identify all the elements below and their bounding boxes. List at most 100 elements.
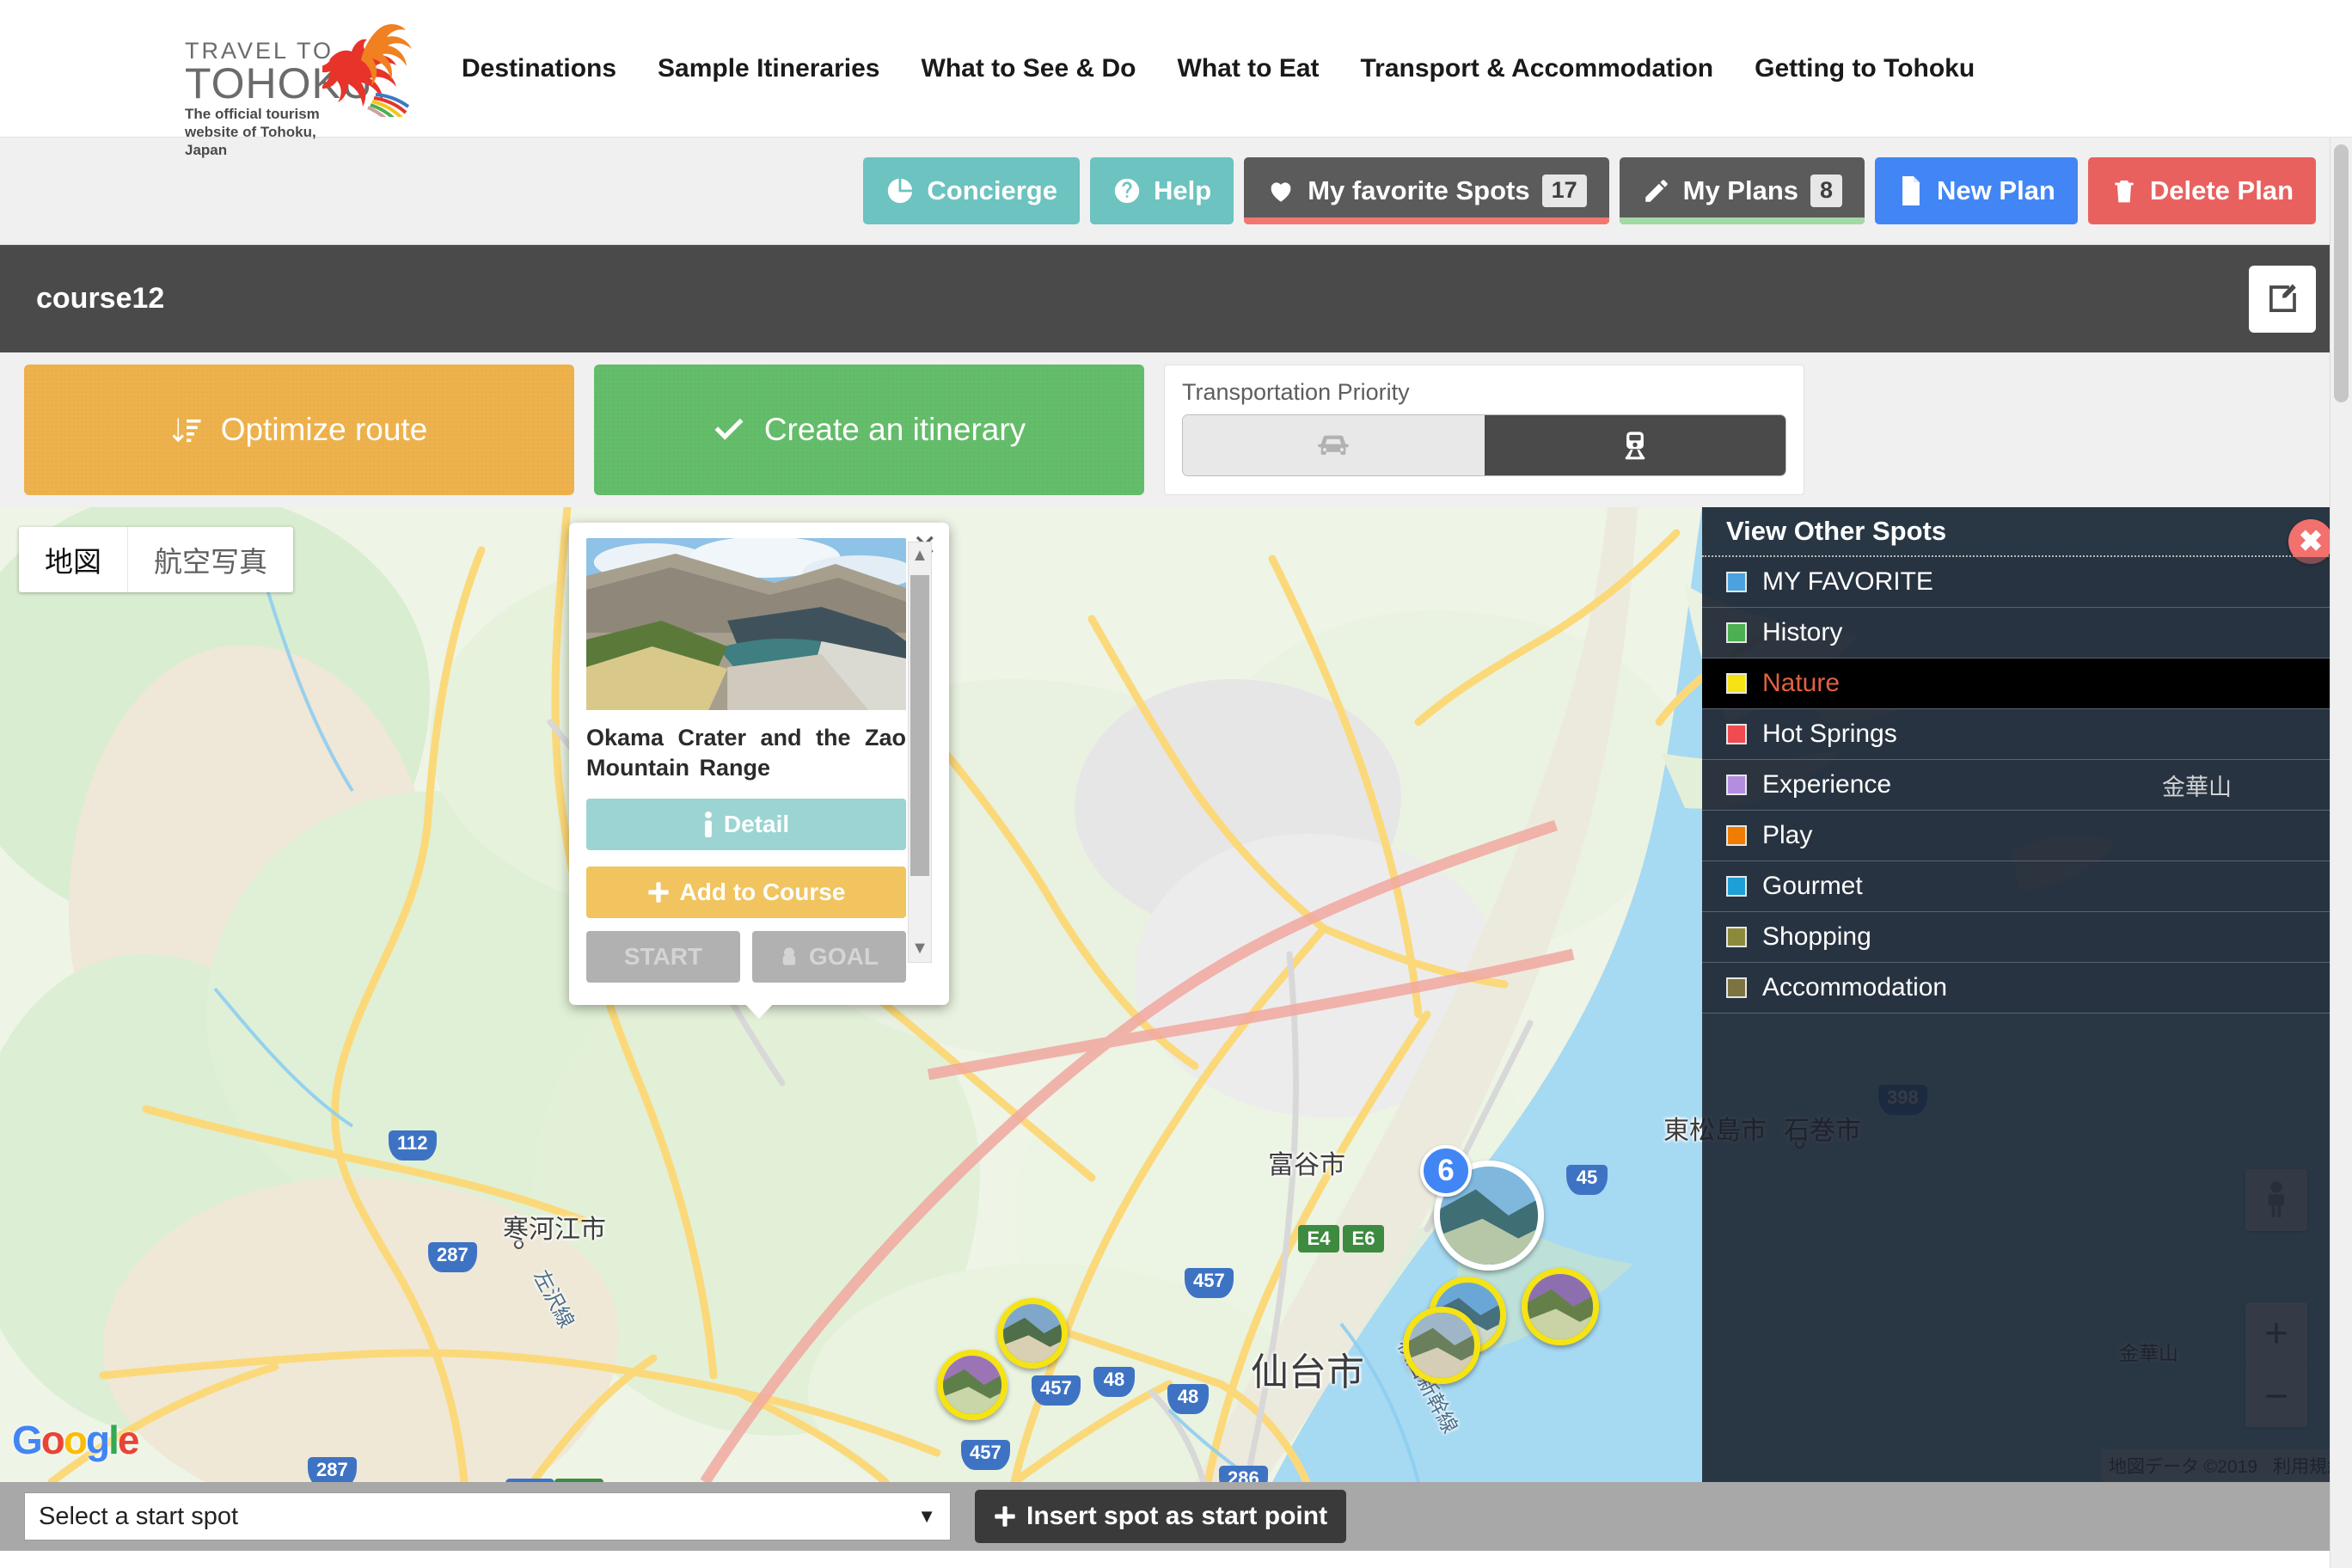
marker-ring	[997, 1298, 1068, 1369]
new-plan-button[interactable]: New Plan	[1875, 157, 2078, 224]
nav-item-what-to-eat[interactable]: What to Eat	[1178, 54, 1320, 83]
spot-category-history[interactable]: History	[1702, 608, 2352, 658]
spot-category-accommodation[interactable]: Accommodation	[1702, 963, 2352, 1014]
delete-plan-button[interactable]: Delete Plan	[2087, 157, 2316, 224]
route-shield: E6	[1343, 1225, 1384, 1253]
page-scrollbar-thumb[interactable]	[2334, 144, 2349, 402]
scroll-down-arrow[interactable]: ▼	[909, 939, 931, 959]
spot-category-nature[interactable]: Nature	[1702, 658, 2352, 709]
spot-category-shopping[interactable]: Shopping	[1702, 912, 2352, 963]
category-color-swatch	[1726, 825, 1747, 846]
spot-category-list[interactable]: MY FAVORITE History Nature Hot Springs Exper…	[1702, 557, 2352, 1014]
map-type-satellite[interactable]: 航空写真	[127, 527, 293, 592]
car-icon	[1318, 435, 1350, 456]
detail-button[interactable]: Detail	[586, 799, 906, 851]
favorites-active-underline	[1244, 217, 1609, 224]
popup-scrollbar[interactable]: ▲ ▼	[908, 542, 932, 963]
create-itinerary-button[interactable]: Create an itinerary	[594, 364, 1144, 495]
transportation-priority-panel: Transportation Priority	[1164, 364, 1804, 495]
spot-lavender[interactable]	[1403, 1307, 1480, 1384]
pencil-icon	[1645, 180, 1668, 202]
phoenix-logo-icon	[322, 23, 412, 117]
route-shield: 48	[1093, 1367, 1135, 1398]
course-title-bar: course12	[0, 245, 2352, 352]
scroll-thumb[interactable]	[910, 575, 929, 876]
chevron-down-icon: ▼	[917, 1505, 936, 1527]
page-scrollbar[interactable]	[2330, 138, 2352, 1568]
help-button[interactable]: Help	[1090, 157, 1234, 224]
nav-item-what-to-see-and-do[interactable]: What to See & Do	[922, 54, 1136, 83]
my-plans-label: My Plans	[1682, 175, 1799, 205]
spot-gorge[interactable]	[937, 1350, 1008, 1420]
site-header: TRAVEL TO TOHOKU The official tourism we…	[0, 0, 2352, 158]
nav-item-sample-itineraries[interactable]: Sample Itineraries	[658, 54, 879, 83]
category-color-swatch	[1726, 673, 1747, 694]
concierge-button[interactable]: Concierge	[863, 157, 1080, 224]
spot-matsushima[interactable]: 6	[1420, 1145, 1544, 1271]
marker-ring	[1403, 1307, 1480, 1384]
set-goal-button[interactable]: GOAL	[752, 931, 906, 983]
start-spot-select-value: Select a start spot	[39, 1502, 239, 1530]
scroll-up-arrow[interactable]: ▲	[909, 546, 931, 566]
map-area[interactable]: 地図 航空写真 寒河江市富谷市仙台市名取市岩沼市上山市長井市南陽市米沢市角田市東…	[0, 507, 2352, 1482]
spot-bay[interactable]	[1522, 1268, 1599, 1345]
main-navigation: Destinations Sample Itineraries What to …	[441, 54, 1995, 83]
course-actions-row: Optimize route Create an itinerary Trans…	[0, 352, 2352, 507]
marker-order-badge: 6	[1420, 1145, 1472, 1197]
plans-active-underline	[1619, 217, 1865, 224]
popup-start-goal-row: START GOAL	[586, 931, 906, 983]
concierge-label: Concierge	[927, 175, 1057, 205]
transportation-priority-label: Transportation Priority	[1182, 379, 1410, 405]
route-shield: E13	[554, 1479, 604, 1482]
map-type-switcher[interactable]: 地図 航空写真	[19, 527, 293, 592]
category-label: MY FAVORITE	[1762, 567, 1933, 596]
category-label: Accommodation	[1762, 973, 1948, 1001]
route-shield: 348	[505, 1479, 554, 1482]
start-spot-select[interactable]: Select a start spot ▼	[24, 1492, 951, 1540]
category-label: Nature	[1762, 669, 1841, 697]
nav-item-destinations[interactable]: Destinations	[462, 54, 616, 83]
popup-body: Okama Crater and the Zao Mountain Range …	[586, 538, 932, 983]
plus-icon	[647, 882, 669, 903]
edit-course-button[interactable]	[2249, 265, 2316, 333]
route-shield: 457	[1185, 1268, 1234, 1299]
route-shield: 48	[1167, 1384, 1209, 1415]
logo-tagline: The official tourism website of Tohoku, …	[185, 105, 320, 159]
insert-start-point-label: Insert spot as start point	[1026, 1502, 1328, 1530]
transportation-priority-toggle[interactable]	[1182, 414, 1786, 476]
my-favorite-spots-button[interactable]: My favorite Spots 17	[1244, 157, 1609, 224]
optimize-route-label: Optimize route	[220, 412, 428, 447]
transport-option-train[interactable]	[1484, 415, 1785, 475]
spot-category-gourmet[interactable]: Gourmet	[1702, 861, 2352, 912]
route-shield: 287	[308, 1457, 357, 1482]
spot-category-play[interactable]: Play	[1702, 811, 2352, 861]
category-color-swatch	[1726, 572, 1747, 592]
spot-category-my-favorite[interactable]: MY FAVORITE	[1702, 557, 2352, 608]
nav-item-getting-to-tohoku[interactable]: Getting to Tohoku	[1755, 54, 1975, 83]
view-other-spots-panel[interactable]: View Other Spots ✖ MY FAVORITE History Nat…	[1702, 507, 2352, 1482]
category-label: Shopping	[1762, 922, 1871, 951]
add-to-course-button[interactable]: Add to Course	[586, 867, 906, 919]
set-start-button[interactable]: START	[586, 931, 740, 983]
category-label: Experience	[1762, 770, 1892, 799]
spot-category-experience[interactable]: Experience 金華山	[1702, 760, 2352, 811]
start-label: START	[623, 943, 703, 971]
check-icon	[714, 418, 744, 440]
file-icon	[1902, 176, 1920, 205]
optimize-route-button[interactable]: Optimize route	[24, 364, 574, 495]
spot-category-hot-springs[interactable]: Hot Springs	[1702, 709, 2352, 760]
insert-start-point-button[interactable]: Insert spot as start point	[975, 1490, 1347, 1543]
transport-option-car[interactable]	[1183, 415, 1485, 475]
spot-waterfall[interactable]	[997, 1298, 1068, 1369]
map-type-map[interactable]: 地図	[19, 527, 127, 592]
category-color-swatch	[1726, 622, 1747, 643]
nav-item-transport-accommodation[interactable]: Transport & Accommodation	[1361, 54, 1714, 83]
view-other-spots-title: View Other Spots	[1702, 507, 2352, 557]
question-circle-icon	[1114, 178, 1140, 204]
site-logo[interactable]: TRAVEL TO TOHOKU The official tourism we…	[185, 17, 417, 158]
spot-info-popup[interactable]: ✕ Okama Crater and the Za	[569, 523, 949, 1020]
marker-ring	[1522, 1268, 1599, 1345]
my-plans-button[interactable]: My Plans 8	[1619, 157, 1865, 224]
route-shield: E4	[1298, 1225, 1339, 1253]
trash-icon	[2115, 181, 2134, 203]
